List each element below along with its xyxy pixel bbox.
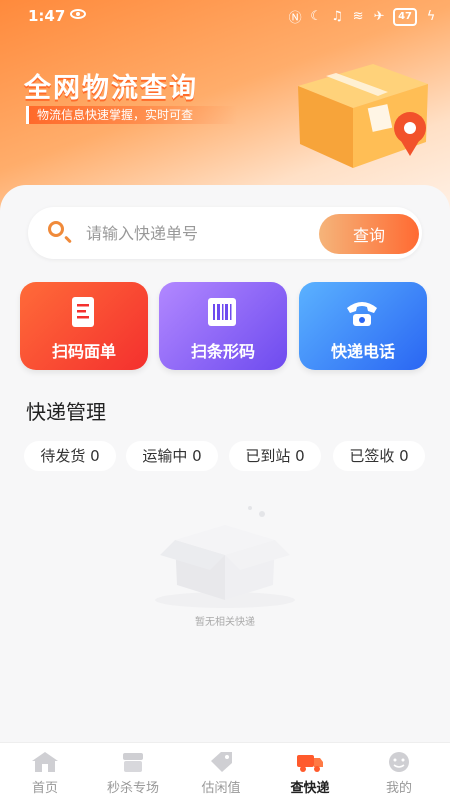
nav-track-package[interactable]: 查快递 (265, 743, 355, 801)
wifi-icon: ≋ (352, 9, 364, 24)
status-time: 1:47 (28, 7, 66, 25)
empty-state-text: 暂无相关快递 (195, 617, 255, 628)
search-button[interactable]: 查询 (319, 214, 419, 254)
package-illustration-icon (298, 64, 428, 168)
tab-in-transit[interactable]: 运输中 0 (126, 441, 218, 471)
eye-icon (70, 9, 86, 19)
truck-icon (297, 755, 323, 772)
section-title: 快递管理 (26, 400, 106, 424)
barcode-icon (208, 298, 236, 326)
charging-icon: ϟ (426, 9, 436, 24)
nav-home[interactable]: 首页 (0, 743, 90, 801)
page-title: 全网物流查询 (24, 73, 198, 104)
tag-icon (211, 752, 232, 772)
nfc-icon: Ⓝ (288, 11, 302, 26)
search-icon (48, 221, 64, 237)
nav-appraise[interactable]: 估闲值 (176, 743, 266, 801)
scan-waybill-label: 扫码面单 (51, 342, 116, 361)
scan-barcode-label: 扫条形码 (190, 342, 255, 361)
airplane-icon: ✈ (373, 9, 385, 24)
nav-home-label: 首页 (31, 781, 58, 796)
tab-pending-shipment[interactable]: 待发货 0 (24, 441, 116, 471)
receipt-icon (72, 297, 94, 327)
nav-appraise-label: 估闲值 (201, 781, 241, 796)
moon-icon: ☾ (310, 9, 322, 24)
tab-signed[interactable]: 已签收 0 (333, 441, 425, 471)
nav-flash-sale[interactable]: 秒杀专场 (88, 743, 178, 801)
nav-profile[interactable]: 我的 (354, 743, 444, 801)
courier-phone-button[interactable]: 快递电话 (299, 282, 427, 370)
home-icon (32, 752, 58, 772)
bottom-nav: 首页 秒杀专场 估闲值 查快递 我的 (0, 742, 450, 801)
tracking-number-input[interactable] (84, 218, 308, 248)
tab-arrived[interactable]: 已到站 0 (229, 441, 321, 471)
status-bar: 1:47 Ⓝ ☾ ♫ ≋ ✈ 47 ϟ (0, 0, 450, 34)
mute-icon: ♫ (331, 9, 343, 24)
nav-flash-sale-label: 秒杀专场 (106, 781, 159, 796)
status-icons: Ⓝ ☾ ♫ ≋ ✈ 47 ϟ (288, 7, 438, 26)
phone-icon (347, 302, 377, 326)
empty-box-icon (155, 506, 295, 608)
face-icon (389, 752, 409, 772)
nav-track-package-label: 查快递 (290, 781, 330, 796)
nav-profile-label: 我的 (385, 781, 412, 796)
page-subtitle: 物流信息快速掌握，实时可查 (26, 106, 238, 124)
shop-icon (123, 753, 143, 772)
scan-waybill-button[interactable]: 扫码面单 (20, 282, 148, 370)
scan-barcode-button[interactable]: 扫条形码 (159, 282, 287, 370)
battery-icon: 47 (393, 7, 417, 26)
courier-phone-label: 快递电话 (330, 342, 395, 361)
